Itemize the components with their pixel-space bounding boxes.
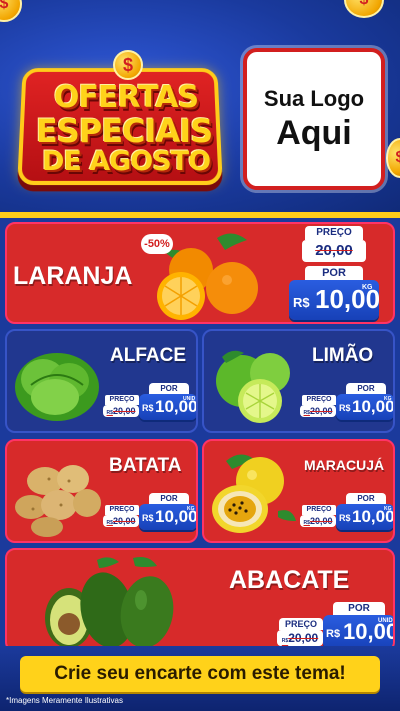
old-price: 20,00 <box>315 242 353 259</box>
dollar-coin-icon: $ <box>113 50 143 80</box>
currency: R$ <box>142 403 154 413</box>
price-box: R$ 10,00 KG <box>139 504 196 530</box>
product-card-maracuja: MARACUJÁ PREÇO R$20,00 POR R$ 10,00 KG <box>202 439 395 543</box>
lime-image <box>216 350 290 423</box>
coin-decoration-icon: $ <box>386 138 400 178</box>
product-name: MARACUJÁ <box>304 457 385 473</box>
price-box: R$ 10,00 UNID <box>139 394 196 420</box>
currency: R$ <box>339 403 351 413</box>
product-name: LIMÃO <box>312 345 374 366</box>
old-price: R$20,00 <box>106 406 136 416</box>
header: $ $ $ $ OFERTAS ESPECIAIS DE AGOSTO Sua … <box>0 0 400 215</box>
old-price-currency: R$ <box>106 520 113 526</box>
preco-label: PREÇO <box>302 395 336 405</box>
old-price: R$20,00 <box>303 516 333 526</box>
lettuce-image <box>15 353 99 421</box>
title-de-agosto: DE AGOSTO <box>41 146 211 177</box>
product-name: LARANJA <box>13 262 133 290</box>
old-price-currency: R$ <box>106 410 113 416</box>
por-label: POR <box>333 602 385 615</box>
potato-image <box>15 465 101 537</box>
unit: KG <box>187 506 195 512</box>
unit: KG <box>362 284 373 291</box>
unit: KG <box>384 506 392 512</box>
unit: KG <box>384 396 392 402</box>
cta-banner[interactable]: Crie seu encarte com este tema! <box>20 656 380 692</box>
title-especiais: ESPECIAIS <box>35 112 213 150</box>
price-box: R$ 10,00 KG <box>289 280 380 320</box>
product-card-alface: ALFACE PREÇO R$20,00 POR R$ 10,00 UNID <box>5 329 198 433</box>
old-price-currency: R$ <box>303 410 310 416</box>
preco-label: PREÇO <box>105 395 139 405</box>
por-label: POR <box>149 383 189 394</box>
product-card-laranja: LARANJA -50% PREÇO 20,00 POR R$ 10,00 KG <box>5 222 395 324</box>
logo-placeholder: Sua Logo Aqui <box>243 48 385 190</box>
unit: UNID <box>183 396 196 402</box>
por-label: POR <box>305 266 363 280</box>
divider <box>0 212 400 218</box>
currency: R$ <box>142 513 154 523</box>
preco-label: PREÇO <box>279 618 323 630</box>
discount-badge: -50% <box>141 234 173 254</box>
old-price: R$20,00 <box>106 516 136 526</box>
product-name: ALFACE <box>110 345 186 366</box>
product-name: ABACATE <box>229 566 350 594</box>
coin-decoration-icon: $ <box>344 0 384 18</box>
currency: R$ <box>339 513 351 523</box>
preco-label: PREÇO <box>302 505 336 515</box>
price-box: R$ 10,00 KG <box>336 394 393 420</box>
old-price-currency: R$ <box>303 520 310 526</box>
logo-text-line2: Aqui <box>276 113 352 152</box>
old-price: R$20,00 <box>303 406 333 416</box>
logo-text-line1: Sua Logo <box>263 85 365 111</box>
preco-label: PREÇO <box>105 505 139 515</box>
price-box: R$ 10,00 KG <box>336 504 393 530</box>
product-card-limao: LIMÃO PREÇO R$20,00 POR R$ 10,00 KG <box>202 329 395 433</box>
currency: R$ <box>293 295 310 310</box>
coin-decoration-icon: $ <box>0 0 22 22</box>
currency: R$ <box>326 628 341 640</box>
por-label: POR <box>346 383 386 394</box>
product-card-batata: BATATA PREÇO R$20,00 POR R$ 10,00 KG <box>5 439 198 543</box>
product-card-abacate: ABACATE PREÇO R$20,00 POR R$ 10,00 UNID <box>5 548 395 652</box>
por-label: POR <box>346 493 386 504</box>
unit: UNID <box>378 618 393 624</box>
passion-fruit-image <box>212 454 296 533</box>
disclaimer: *Imagens Meramente Ilustrativas <box>6 696 123 705</box>
old-price: R$20,00 <box>281 631 319 645</box>
preco-label: PREÇO <box>305 226 363 240</box>
por-label: POR <box>149 493 189 504</box>
old-price-currency: R$ <box>281 638 289 644</box>
price-box: R$ 10,00 UNID <box>323 615 393 649</box>
product-name: BATATA <box>109 455 182 476</box>
avocado-image <box>45 557 174 648</box>
title-ofertas: OFERTAS <box>53 80 199 115</box>
